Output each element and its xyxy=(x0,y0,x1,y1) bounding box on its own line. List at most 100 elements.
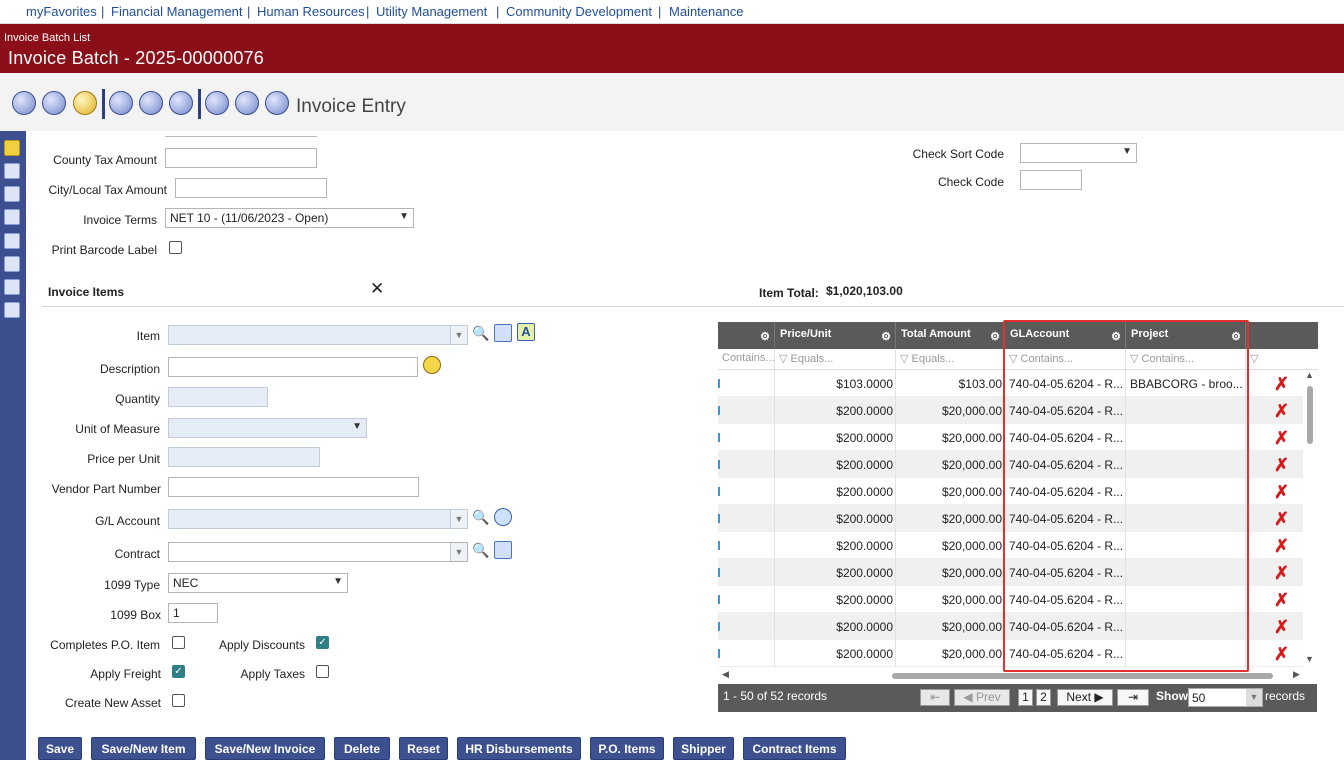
wand-icon[interactable] xyxy=(494,324,512,342)
wand-icon[interactable] xyxy=(494,541,512,559)
link-icon[interactable] xyxy=(4,163,20,179)
refresh-icon[interactable] xyxy=(139,91,163,115)
report-icon[interactable] xyxy=(4,256,20,272)
nav-link-human-resources[interactable]: Human Resources xyxy=(257,4,365,19)
dollar-icon[interactable] xyxy=(4,209,20,225)
gear-icon[interactable]: ⚙ xyxy=(990,330,1000,343)
nav-link-maintenance[interactable]: Maintenance xyxy=(669,4,743,19)
city-tax-input[interactable] xyxy=(175,178,327,198)
page-button-1[interactable]: 1 xyxy=(1018,689,1033,706)
stamp-icon[interactable] xyxy=(265,91,289,115)
nav-link-financial-management[interactable]: Financial Management xyxy=(111,4,243,19)
prev-page-button[interactable]: ◀ Prev xyxy=(954,689,1010,706)
check-sort-code-select[interactable]: ▼ xyxy=(1020,143,1137,163)
print-barcode-checkbox[interactable] xyxy=(169,241,182,254)
vertical-scrollbar[interactable]: ▲ ▼ xyxy=(1303,370,1317,668)
checklist-icon[interactable] xyxy=(4,302,20,318)
notes-icon[interactable] xyxy=(4,279,20,295)
filter-icon[interactable]: ▽ xyxy=(779,353,791,365)
page-size-select[interactable]: 50 ▼ xyxy=(1188,688,1263,707)
delete-row-icon[interactable]: ✗ xyxy=(1274,617,1289,638)
county-tax-input[interactable] xyxy=(165,148,317,168)
globe-icon[interactable] xyxy=(494,508,512,526)
scroll-left-icon[interactable]: ◀ xyxy=(722,669,729,680)
first-page-button[interactable]: ⇤ xyxy=(920,689,950,706)
drop-icon[interactable] xyxy=(235,91,259,115)
clock-icon[interactable] xyxy=(4,186,20,202)
search-icon[interactable]: 🔍 xyxy=(472,509,490,527)
filter-icon[interactable]: ▽ xyxy=(900,353,912,365)
search-icon[interactable]: 🔍 xyxy=(472,542,490,560)
po-items-button[interactable]: P.O. Items xyxy=(590,737,664,760)
gl-account-combobox[interactable]: ▼ xyxy=(168,509,468,529)
uom-select[interactable]: ▼ xyxy=(168,418,367,438)
contract-combobox[interactable]: ▼ xyxy=(168,542,468,562)
save-new-invoice-button[interactable]: Save/New Invoice xyxy=(205,737,325,760)
box-1099-input[interactable] xyxy=(168,603,218,623)
filter-cell[interactable]: ▽ xyxy=(1246,349,1318,370)
delete-row-icon[interactable]: ✗ xyxy=(1274,374,1289,395)
delete-row-icon[interactable]: ✗ xyxy=(1274,509,1289,530)
stamp-icon[interactable] xyxy=(4,233,20,249)
contract-items-button[interactable]: Contract Items xyxy=(743,737,846,760)
save-button[interactable]: Save xyxy=(38,737,82,760)
vendor-part-input[interactable] xyxy=(168,477,419,497)
filter-cell[interactable]: ▽ Equals... xyxy=(775,349,896,370)
text-format-icon[interactable]: A xyxy=(517,323,535,341)
delete-row-icon[interactable]: ✗ xyxy=(1274,563,1289,584)
next-page-button[interactable]: Next ▶ xyxy=(1057,689,1113,706)
filter-cell[interactable]: ▽ Equals... xyxy=(896,349,1005,370)
shipper-button[interactable]: Shipper xyxy=(673,737,734,760)
type-1099-select[interactable]: NEC ▼ xyxy=(168,573,348,593)
close-icon[interactable]: ✕ xyxy=(370,279,384,299)
scroll-right-icon[interactable]: ▶ xyxy=(1293,669,1300,680)
gear-icon[interactable]: ⚙ xyxy=(881,330,891,343)
delete-row-icon[interactable]: ✗ xyxy=(1274,455,1289,476)
delete-row-icon[interactable]: ✗ xyxy=(1274,536,1289,557)
create-asset-checkbox[interactable] xyxy=(172,694,185,707)
last-page-button[interactable]: ⇥ xyxy=(1117,689,1149,706)
nav-link-myfavorites[interactable]: myFavorites xyxy=(26,4,97,19)
scrollbar-thumb[interactable] xyxy=(1307,386,1313,444)
scroll-up-icon[interactable]: ▲ xyxy=(1305,370,1314,380)
approve-icon[interactable] xyxy=(205,91,229,115)
save-new-item-button[interactable]: Save/New Item xyxy=(91,737,196,760)
delete-row-icon[interactable]: ✗ xyxy=(1274,590,1289,611)
delete-button[interactable]: Delete xyxy=(334,737,390,760)
reset-button[interactable]: Reset xyxy=(399,737,448,760)
delete-row-icon[interactable]: ✗ xyxy=(1274,401,1289,422)
dollar-icon[interactable] xyxy=(169,91,193,115)
gear-icon[interactable]: ⚙ xyxy=(760,330,770,343)
list-icon[interactable] xyxy=(42,91,66,115)
search-icon[interactable]: 🔍 xyxy=(472,325,490,343)
scrollbar-thumb[interactable] xyxy=(892,673,1273,679)
hr-disbursements-button[interactable]: HR Disbursements xyxy=(457,737,581,760)
edit-icon[interactable] xyxy=(4,140,20,156)
delete-row-icon[interactable]: ✗ xyxy=(1274,482,1289,503)
price-input[interactable] xyxy=(168,447,320,467)
delete-row-icon[interactable]: ✗ xyxy=(1274,428,1289,449)
apply-taxes-checkbox[interactable] xyxy=(316,665,329,678)
column-header[interactable]: ⚙ xyxy=(718,322,775,349)
breadcrumb[interactable]: Invoice Batch List xyxy=(4,32,90,44)
filter-cell[interactable]: Contains... xyxy=(718,349,775,370)
quantity-input[interactable] xyxy=(168,387,268,407)
apply-freight-checkbox[interactable]: ✓ xyxy=(172,665,185,678)
column-header-price[interactable]: Price/Unit ⚙ xyxy=(775,322,896,349)
completes-po-checkbox[interactable] xyxy=(172,636,185,649)
column-header-total[interactable]: Total Amount ⚙ xyxy=(896,322,1005,349)
notes-icon[interactable] xyxy=(423,356,441,374)
delete-row-icon[interactable]: ✗ xyxy=(1274,644,1289,665)
invoice-terms-select[interactable]: NET 10 - (11/06/2023 - Open) ▼ xyxy=(165,208,414,228)
info-icon[interactable] xyxy=(12,91,36,115)
check-code-input[interactable] xyxy=(1020,170,1082,190)
page-button-2[interactable]: 2 xyxy=(1036,689,1051,706)
edit-icon[interactable] xyxy=(73,91,97,115)
filter-icon[interactable]: ▽ xyxy=(1250,353,1258,365)
nav-link-community-development[interactable]: Community Development xyxy=(506,4,652,19)
scroll-down-icon[interactable]: ▼ xyxy=(1305,654,1314,664)
description-input[interactable] xyxy=(168,357,418,377)
nav-link-utility-management[interactable]: Utility Management xyxy=(376,4,487,19)
apply-discounts-checkbox[interactable]: ✓ xyxy=(316,636,329,649)
item-combobox[interactable]: ▼ xyxy=(168,325,468,345)
